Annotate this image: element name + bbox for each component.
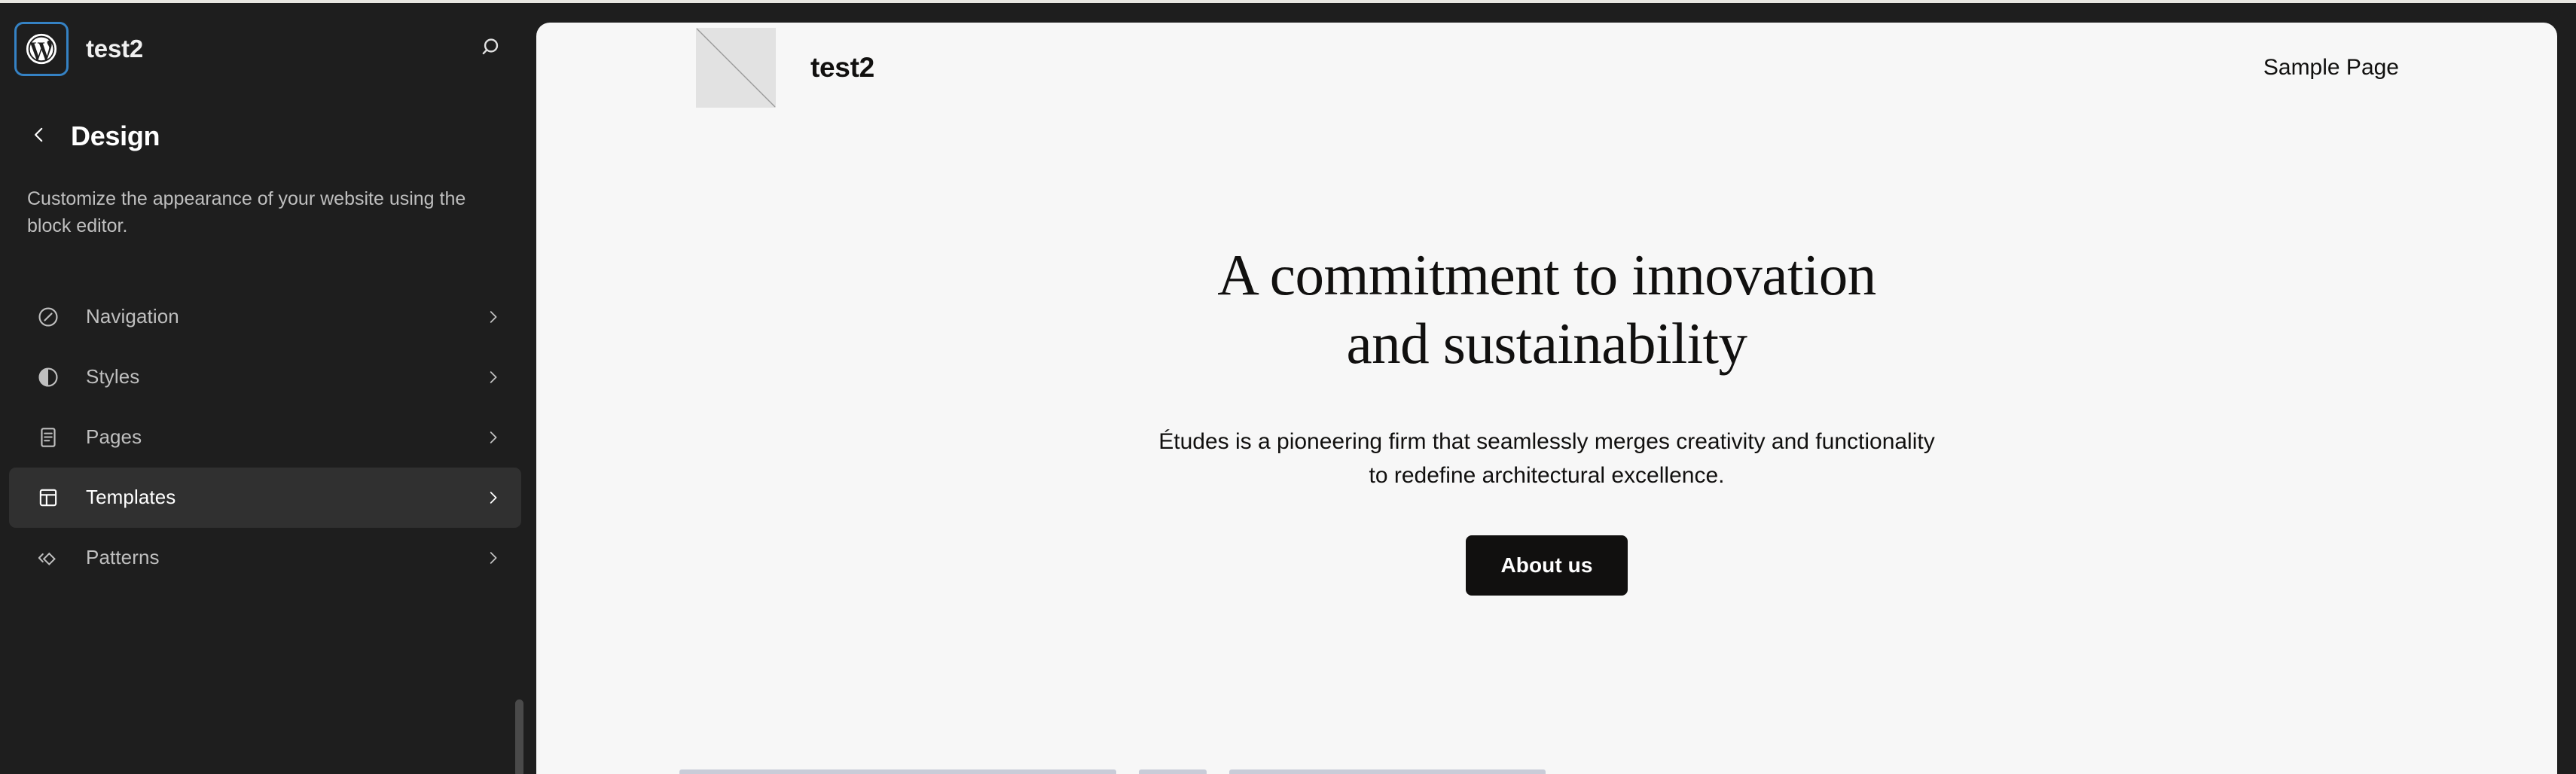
chevron-right-icon — [482, 547, 503, 568]
sidebar-title-row: Design — [24, 114, 512, 158]
hero-heading: A commitment to innovation and sustainab… — [1095, 241, 1999, 378]
next-section-peek — [536, 769, 2557, 774]
chevron-right-icon — [482, 427, 503, 448]
sidebar-item-label: Patterns — [86, 546, 160, 568]
wordpress-logo-icon — [25, 32, 58, 66]
chevron-right-icon — [482, 367, 503, 388]
diamond-chevrons-icon — [33, 543, 63, 573]
next-section-block — [1229, 769, 1546, 774]
chevron-right-icon — [482, 306, 503, 328]
nav-link-sample-page[interactable]: Sample Page — [2263, 55, 2399, 81]
site-branding[interactable]: test2 — [696, 28, 874, 108]
sidebar-page-title: Design — [71, 120, 160, 151]
sidebar-item-label: Styles — [86, 365, 140, 388]
chevron-left-icon — [29, 125, 49, 148]
wordpress-logo-button[interactable] — [17, 24, 66, 74]
sidebar-item-pages[interactable]: Pages — [9, 407, 521, 468]
next-section-block — [679, 769, 1116, 774]
sidebar-item-label: Pages — [86, 425, 142, 448]
sidebar-nav-list: Navigation Styles Pages Templates Patter… — [9, 287, 521, 588]
next-section-block — [1139, 769, 1207, 774]
search-icon — [480, 35, 505, 64]
site-header: test2 Sample Page — [536, 23, 2557, 113]
sidebar-site-title: test2 — [86, 35, 144, 62]
compass-icon — [33, 302, 63, 332]
about-us-button[interactable]: About us — [1466, 535, 1628, 596]
viewport-top-strip — [0, 0, 2576, 3]
hero-section: A commitment to innovation and sustainab… — [536, 113, 2557, 596]
site-editor-window: test2 Design Customize the appearance of… — [0, 0, 2576, 774]
sidebar-body: Design Customize the appearance of your … — [0, 114, 536, 588]
sidebar-item-styles[interactable]: Styles — [9, 347, 521, 407]
page-document-icon — [33, 422, 63, 453]
sidebar-item-label: Navigation — [86, 305, 179, 328]
sidebar-item-navigation[interactable]: Navigation — [9, 287, 521, 347]
site-primary-nav: Sample Page — [2263, 55, 2399, 81]
editor-sidebar: test2 Design Customize the appearance of… — [0, 3, 536, 774]
site-brand-name: test2 — [810, 52, 874, 83]
chevron-right-icon — [482, 487, 503, 508]
sidebar-back-button[interactable] — [24, 121, 54, 151]
hero-heading-line-1: A commitment to innovation — [1217, 242, 1876, 307]
hero-heading-line-2: and sustainability — [1346, 310, 1747, 376]
site-preview-canvas[interactable]: test2 Sample Page A commitment to innova… — [536, 23, 2557, 774]
sidebar-scrollbar-thumb[interactable] — [515, 699, 523, 774]
hero-subtitle: Études is a pioneering firm that seamles… — [1158, 428, 1935, 489]
sidebar-item-label: Templates — [86, 486, 176, 508]
sidebar-item-patterns[interactable]: Patterns — [9, 528, 521, 588]
image-placeholder-icon — [696, 28, 776, 108]
sidebar-item-templates[interactable]: Templates — [9, 467, 521, 528]
half-circle-contrast-icon — [33, 362, 63, 392]
layout-template-icon — [33, 483, 63, 513]
sidebar-description: Customize the appearance of your website… — [27, 188, 466, 237]
sidebar-header: test2 — [0, 3, 536, 95]
sidebar-search-button[interactable] — [470, 26, 515, 72]
